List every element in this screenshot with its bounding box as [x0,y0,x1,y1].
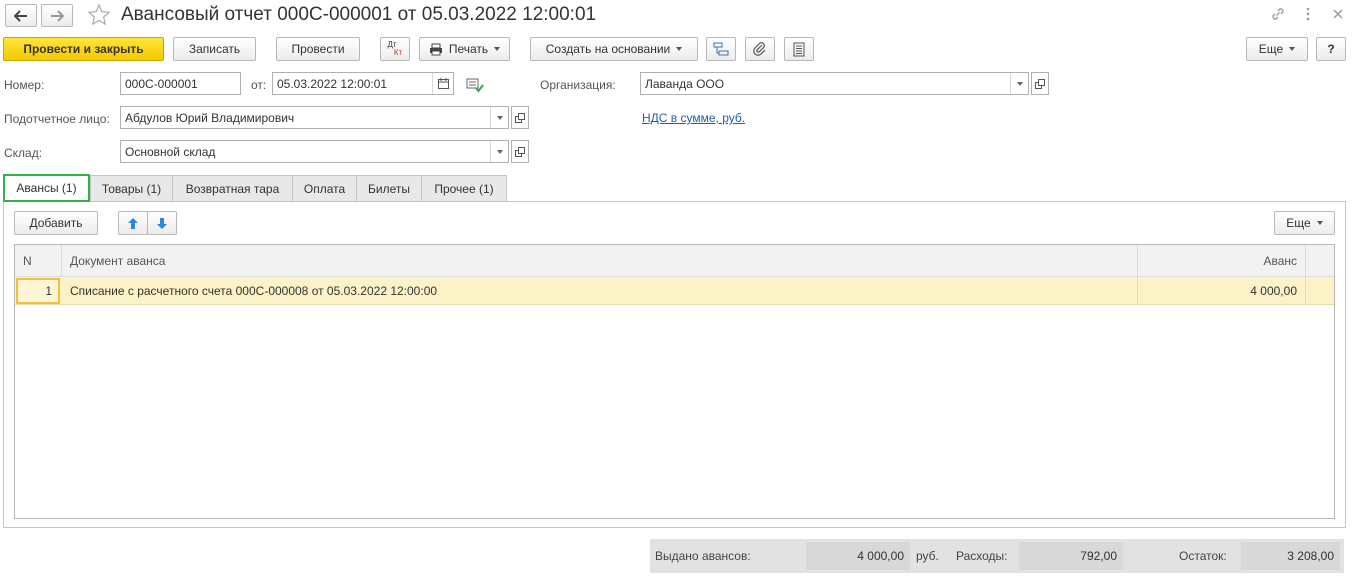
add-row-button[interactable]: Добавить [14,211,98,235]
chevron-down-icon [1289,47,1296,51]
menu-dots-icon[interactable] [1302,6,1314,22]
more-button[interactable]: Еще [1246,37,1308,61]
post-and-close-button[interactable]: Провести и закрыть [3,37,164,61]
date-field[interactable]: 05.03.2022 12:00:01 [272,72,454,95]
totals-bar: Выдано авансов: 4 000,00 руб. Расходы: 7… [650,539,1344,573]
tab-tickets[interactable]: Билеты [356,175,422,201]
chevron-down-icon [496,115,503,120]
open-window-icon [1035,78,1045,89]
more-label: Еще [1258,42,1284,56]
date-label: от: [251,78,267,92]
column-header-advance[interactable]: Аванс [1138,245,1306,277]
issued-advances-value: 4 000,00 [806,542,910,570]
warehouse-field[interactable]: Основной склад [120,140,509,163]
balance-value: 3 208,00 [1241,542,1340,570]
chevron-down-icon [494,47,501,51]
row-advance-cell[interactable]: 4 000,00 [1138,277,1306,305]
report-button[interactable] [784,37,814,61]
row-advance: 4 000,00 [1250,284,1297,298]
accountable-person-label: Подотчетное лицо: [4,112,110,126]
number-value: 000С-000001 [125,76,198,91]
move-up-button[interactable] [118,211,148,235]
print-button[interactable]: Печать [419,37,510,61]
column-header-n[interactable]: N [15,245,62,277]
print-label: Печать [448,42,489,56]
row-number: 1 [45,284,52,298]
create-based-on-label: Создать на основании [545,42,671,56]
open-window-icon [515,146,525,157]
warehouse-label: Склад: [4,146,43,160]
structure-button[interactable] [706,37,736,61]
post-status-icon [466,77,484,93]
chevron-down-icon [496,149,503,154]
move-down-button[interactable] [147,211,177,235]
chevron-down-icon [1316,221,1323,225]
warehouse-value: Основной склад [125,144,216,159]
accountable-person-value: Абдулов Юрий Владимирович [125,110,295,125]
calendar-icon [437,78,449,89]
organization-value: Лаванда ООО [645,76,725,91]
organization-open-button[interactable] [1031,72,1049,95]
balance-label: Остаток: [1179,549,1227,563]
create-based-on-button[interactable]: Создать на основании [530,37,698,61]
currency-label: руб. [916,549,939,563]
accountable-person-field[interactable]: Абдулов Юрий Владимирович [120,106,509,129]
table-more-button[interactable]: Еще [1274,211,1335,235]
close-icon[interactable] [1331,7,1345,21]
vat-amount-link[interactable]: НДС в сумме, руб. [642,111,745,125]
expenses-label: Расходы: [956,549,1008,563]
chevron-down-icon [1016,81,1023,86]
tab-payment[interactable]: Оплата [292,175,357,201]
back-button[interactable] [5,4,37,27]
attach-button[interactable] [745,37,775,61]
arrow-down-icon [157,217,167,229]
printer-icon [429,43,442,55]
chevron-down-icon [676,47,683,51]
organization-label: Организация: [540,78,616,92]
warehouse-dropdown-button[interactable] [490,141,508,162]
arrow-up-icon [128,217,138,229]
window-title: Авансовый отчет 000С-000001 от 05.03.202… [121,4,597,25]
row-number-cell[interactable]: 1 [16,278,60,304]
link-icon[interactable] [1270,6,1286,22]
table-more-label: Еще [1286,216,1311,230]
dt-kt-bottom-label: Кт [393,48,403,57]
help-button[interactable]: ? [1316,37,1346,61]
advances-table: N Документ аванса Аванс 1 Списание с рас… [14,244,1335,519]
save-button[interactable]: Записать [173,37,256,61]
warehouse-open-button[interactable] [511,140,529,163]
expenses-value: 792,00 [1019,542,1123,570]
arrow-left-icon [14,9,27,22]
row-document: Списание с расчетного счета 000С-000008 … [70,284,438,298]
open-window-icon [515,112,525,123]
document-list-icon [793,42,805,56]
number-label: Номер: [4,78,45,92]
favorite-star-icon[interactable] [87,3,111,27]
paperclip-icon [753,42,766,56]
tab-returnable-packaging[interactable]: Возвратная тара [172,175,293,201]
arrow-right-icon [51,9,64,22]
table-row[interactable]: 1 Списание с расчетного счета 000С-00000… [15,277,1334,305]
date-value: 05.03.2022 12:00:01 [277,76,388,91]
organization-field[interactable]: Лаванда ООО [640,72,1029,95]
row-document-cell[interactable]: Списание с расчетного счета 000С-000008 … [62,277,1138,305]
number-field[interactable]: 000С-000001 [120,72,241,95]
accountable-person-open-button[interactable] [511,106,529,129]
organization-dropdown-button[interactable] [1010,73,1028,94]
forward-button[interactable] [41,4,73,27]
issued-advances-label: Выдано авансов: [655,549,751,563]
accountable-person-dropdown-button[interactable] [490,107,508,128]
calendar-button[interactable] [432,73,453,94]
table-header: N Документ аванса Аванс [15,245,1334,277]
post-button[interactable]: Провести [276,37,360,61]
column-header-document[interactable]: Документ аванса [62,245,1138,277]
hierarchy-icon [713,42,729,56]
tab-goods[interactable]: Товары (1) [90,175,173,201]
tab-advances[interactable]: Авансы (1) [3,174,90,202]
dt-kt-button[interactable]: Дт Кт [380,37,410,61]
tab-other[interactable]: Прочее (1) [421,175,507,201]
